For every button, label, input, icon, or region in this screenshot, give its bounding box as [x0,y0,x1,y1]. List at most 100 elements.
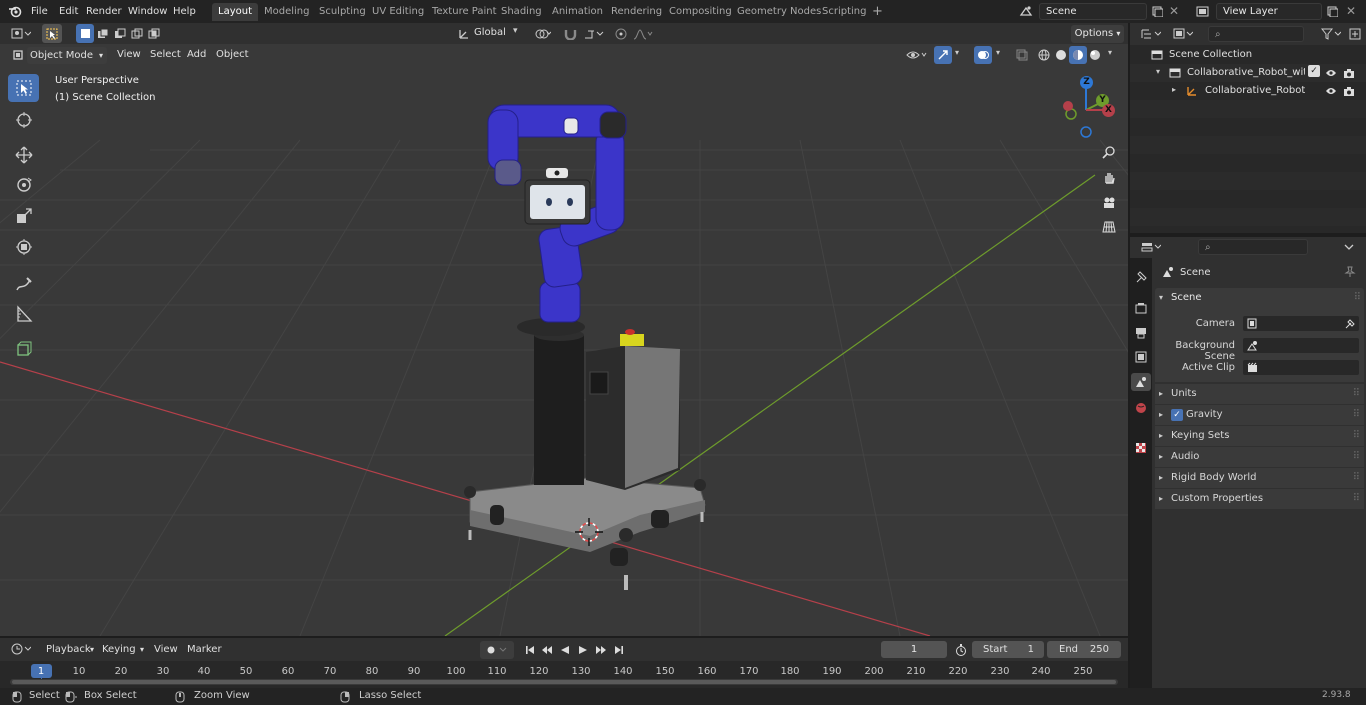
properties-options-chevron-icon[interactable] [1340,238,1358,256]
rotate-tool-icon[interactable] [8,171,39,199]
shading-dropdown-icon[interactable]: ▾ [1108,48,1112,57]
select-mode-difference-icon[interactable] [128,24,146,43]
delete-scene-icon[interactable]: ✕ [1165,2,1183,20]
tab-shading[interactable]: Shading [495,3,548,21]
tab-geometry-nodes[interactable]: Geometry Nodes [731,3,827,21]
timeline-menu-view[interactable]: View [154,644,178,655]
orientation-icon[interactable] [455,25,473,43]
drag-handle-icon[interactable]: ⠿ [1353,489,1360,509]
new-view-layer-icon[interactable] [1323,2,1341,20]
grid-projection-icon[interactable] [1099,217,1119,237]
view-layer-icon[interactable] [1189,2,1215,20]
keying-sets-panel-header[interactable]: ▸ Keying Sets ⠿ [1155,426,1364,446]
select-mode-new-icon[interactable] [76,24,94,43]
gravity-panel-header[interactable]: ▸ ✓ Gravity ⠿ [1155,405,1364,425]
add-cube-tool-icon[interactable] [8,335,39,363]
select-mode-subtract-icon[interactable] [111,24,129,43]
drag-handle-icon[interactable]: ⠿ [1353,405,1360,425]
editor-type-icon[interactable] [8,25,34,43]
scene-panel-header[interactable]: ▾ Scene ⠿ [1155,288,1364,308]
menu-edit[interactable]: Edit [59,0,78,23]
outliner-row-object[interactable]: ▸ Collaborative_Robot_witl [1130,82,1366,100]
add-workspace-button[interactable]: + [866,3,889,21]
viewport-menu-add[interactable]: Add [187,49,206,60]
xray-toggle-icon[interactable] [1013,46,1031,64]
preview-range-stopwatch-icon[interactable] [952,641,970,659]
viewport-menu-object[interactable]: Object [216,49,249,60]
scene-selector-icon[interactable] [1014,2,1038,20]
render-tab-icon[interactable] [1132,299,1150,317]
gizmo-dropdown-icon[interactable]: ▾ [955,48,959,57]
view-layer-field[interactable]: View Layer [1216,3,1322,20]
tool-tab-icon[interactable] [1132,268,1150,286]
gizmo-z-axis[interactable]: Z [1080,76,1093,89]
tab-uv-editing[interactable]: UV Editing [366,3,430,21]
filter-icon[interactable] [1318,25,1344,43]
timeline-editor-type-icon[interactable] [8,640,34,658]
view-layer-tab-icon[interactable] [1132,348,1150,366]
snap-toggle-icon[interactable] [561,25,579,43]
play-reverse-icon[interactable] [556,641,574,659]
select-tool-icon[interactable] [42,24,62,43]
keying-menu[interactable]: Keying ▾ [98,641,146,658]
transform-orientation-select[interactable]: Global [474,27,506,38]
expand-arrow-icon[interactable]: ▸ [1172,85,1176,94]
tab-animation[interactable]: Animation [546,3,609,21]
menu-help[interactable]: Help [173,0,196,23]
play-icon[interactable] [574,641,592,659]
visibility-filter-icon[interactable] [904,46,930,64]
gizmo-x-axis[interactable]: X [1102,104,1115,117]
tab-sculpting[interactable]: Sculpting [313,3,372,21]
tab-scripting[interactable]: Scripting [816,3,872,21]
menu-render[interactable]: Render [86,0,122,23]
new-collection-icon[interactable] [1346,25,1364,43]
rigid-body-world-panel-header[interactable]: ▸ Rigid Body World ⠿ [1155,468,1364,488]
scene-name-field[interactable]: Scene [1039,3,1147,20]
pan-hand-icon[interactable] [1099,167,1119,187]
3d-viewport[interactable]: User Perspective (1) Scene Collection Z … [0,44,1128,636]
menu-file[interactable]: File [31,0,48,23]
current-frame-field[interactable]: 1 [881,641,947,658]
options-dropdown[interactable]: Options ▾ [1071,25,1124,43]
auto-keying-button[interactable] [480,641,514,659]
outliner-row-scene-collection[interactable]: Scene Collection [1130,46,1366,64]
pin-icon[interactable] [1341,263,1359,281]
delete-view-layer-icon[interactable]: ✕ [1342,2,1360,20]
background-scene-field[interactable] [1242,337,1360,354]
object-mode-icon[interactable] [9,46,27,64]
annotate-tool-icon[interactable] [8,270,39,298]
jump-to-end-icon[interactable] [610,641,628,659]
timeline-scrollbar-thumb[interactable] [12,680,1116,684]
active-clip-field[interactable] [1242,359,1360,376]
tab-texture-paint[interactable]: Texture Paint [426,3,503,21]
blender-logo-icon[interactable] [6,2,24,20]
tab-modeling[interactable]: Modeling [258,3,316,21]
expand-arrow-icon[interactable]: ▾ [1156,67,1160,76]
jump-to-keyframe-prev-icon[interactable] [538,641,556,659]
end-frame-field[interactable]: End 250 [1047,641,1121,658]
snap-target-icon[interactable] [581,25,607,43]
gravity-checkbox[interactable]: ✓ [1171,409,1183,421]
mode-select[interactable]: Object Mode ▾ [27,47,107,64]
render-camera-icon[interactable] [1340,64,1358,82]
navigation-gizmo[interactable]: Z Y X [1056,74,1122,140]
orientation-chevron-icon[interactable]: ▾ [513,26,518,36]
audio-panel-header[interactable]: ▸ Audio ⠿ [1155,447,1364,467]
scene-tab-icon[interactable] [1131,373,1151,391]
timeline-menu-marker[interactable]: Marker [187,644,222,655]
select-mode-intersect-icon[interactable] [145,24,163,43]
properties-editor-type-icon[interactable] [1138,238,1164,256]
eye-icon[interactable] [1322,64,1340,82]
display-mode-icon[interactable] [1170,25,1196,43]
scale-tool-icon[interactable] [8,202,39,230]
shading-wireframe-icon[interactable] [1035,46,1053,64]
custom-properties-panel-header[interactable]: ▸ Custom Properties ⠿ [1155,489,1364,509]
units-panel-header[interactable]: ▸ Units ⠿ [1155,384,1364,404]
drag-handle-icon[interactable]: ⠿ [1353,384,1360,404]
menu-window[interactable]: Window [128,0,167,23]
shading-rendered-icon[interactable] [1086,46,1104,64]
shading-material-icon[interactable] [1069,46,1087,64]
output-tab-icon[interactable] [1132,324,1150,342]
outliner-row-collection[interactable]: ▾ Collaborative_Robot_with_Mc ✓ [1130,64,1366,82]
measure-tool-icon[interactable] [8,300,39,328]
